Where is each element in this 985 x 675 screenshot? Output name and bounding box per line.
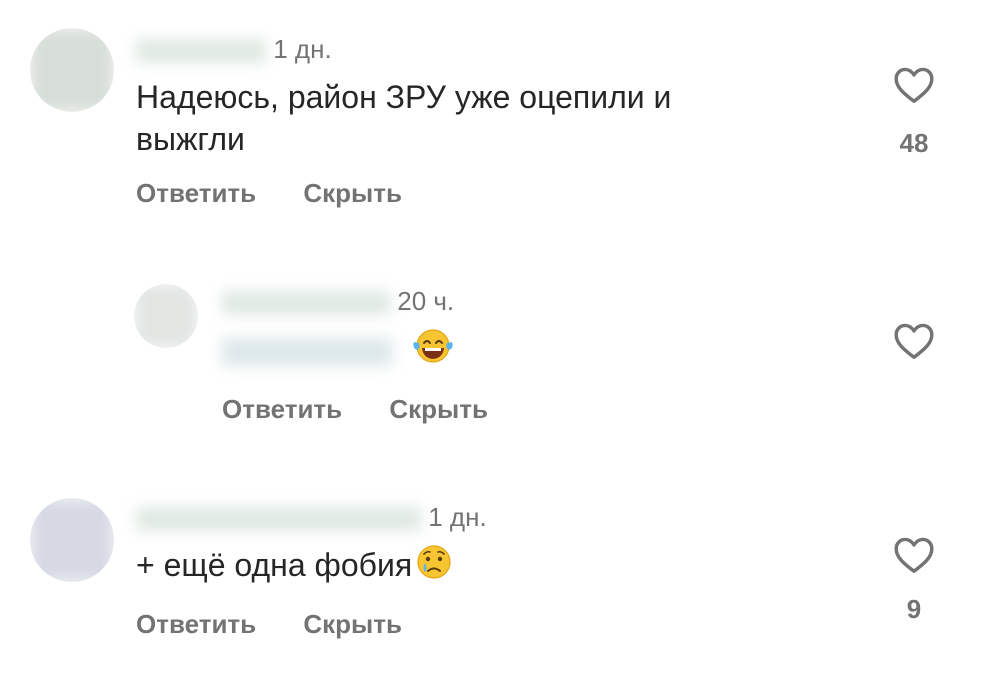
- comment-meta: 1 дн.: [136, 502, 487, 533]
- comment-text-line: Надеюсь, район ЗРУ уже оцепили и: [136, 79, 672, 115]
- like-count: 9: [906, 594, 922, 624]
- comment-meta: 20 ч.: [222, 286, 454, 317]
- heart-outline-icon[interactable]: [892, 534, 936, 574]
- like-control: 9: [891, 534, 937, 625]
- reply-button[interactable]: Ответить: [136, 178, 256, 209]
- username-redacted[interactable]: [136, 507, 421, 532]
- comment-time: 1 дн.: [428, 502, 487, 532]
- comment-time: 20 ч.: [397, 286, 455, 316]
- comment-text: + ещё одна фобия: [136, 542, 456, 592]
- comment-actions: Ответить Скрыть: [136, 609, 402, 640]
- comment-meta: 1 дн.: [136, 34, 332, 65]
- reply-button[interactable]: Ответить: [136, 609, 256, 640]
- heart-outline-icon[interactable]: [892, 320, 936, 360]
- like-count: 48: [899, 128, 929, 158]
- face-with-tears-of-joy-icon: [411, 326, 455, 376]
- reply-button[interactable]: Ответить: [222, 394, 342, 425]
- like-control: 48: [891, 64, 937, 159]
- heart-outline-icon[interactable]: [892, 64, 936, 104]
- crying-face-icon: [412, 542, 456, 592]
- mention-redacted[interactable]: [222, 337, 392, 366]
- comment-actions: Ответить Скрыть: [136, 178, 402, 209]
- comment-text-line: выжгли: [136, 121, 245, 157]
- comment-text: [222, 326, 455, 376]
- like-control: [891, 320, 937, 360]
- comment-time: 1 дн.: [273, 34, 332, 64]
- avatar[interactable]: [30, 498, 114, 582]
- avatar[interactable]: [134, 284, 198, 348]
- hide-button[interactable]: Скрыть: [389, 394, 488, 425]
- avatar[interactable]: [30, 28, 114, 112]
- username-redacted[interactable]: [136, 39, 266, 64]
- comment-text-content: + ещё одна фобия: [136, 547, 413, 583]
- username-redacted[interactable]: [222, 291, 390, 316]
- comment-actions: Ответить Скрыть: [222, 394, 488, 425]
- hide-button[interactable]: Скрыть: [303, 178, 402, 209]
- hide-button[interactable]: Скрыть: [303, 609, 402, 640]
- comment-text: Надеюсь, район ЗРУ уже оцепили и выжгли: [136, 76, 671, 160]
